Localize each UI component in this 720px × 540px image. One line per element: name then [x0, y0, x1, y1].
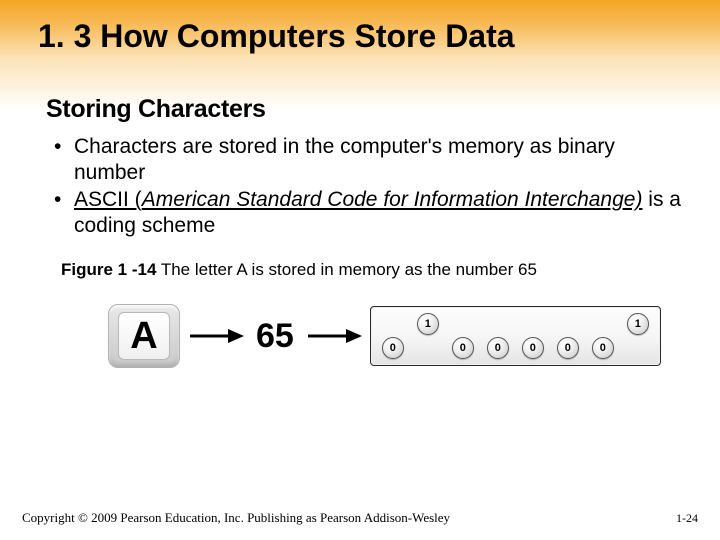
figure-diagram: A 65 0 1 0 0 0 0 0 1: [108, 304, 682, 368]
bullet-emphasis: American Standard Code for Information I…: [142, 188, 643, 211]
figure-caption: Figure 1 -14 The letter A is stored in m…: [61, 260, 682, 280]
bit-ball: 0: [522, 337, 544, 359]
bit-ball: 1: [417, 313, 439, 335]
slide-subtitle: Storing Characters: [46, 95, 682, 124]
slide-footer: Copyright © 2009 Pearson Education, Inc.…: [22, 510, 698, 526]
ascii-code: 65: [256, 317, 294, 356]
bullet-text: Characters are stored in the computer's …: [74, 135, 615, 184]
bit-ball: 1: [627, 313, 649, 335]
keycap: A: [108, 304, 180, 368]
bit-cell: 0: [588, 313, 618, 359]
bit-cell: 0: [448, 313, 478, 359]
arrow-icon: [306, 326, 362, 346]
copyright-text: Copyright © 2009 Pearson Education, Inc.…: [22, 510, 450, 526]
bit-value: 0: [390, 342, 396, 354]
bullet-item: Characters are stored in the computer's …: [50, 134, 682, 185]
figure-description: The letter A is stored in memory as the …: [156, 260, 536, 279]
bit-cell: 1: [413, 313, 443, 359]
bit-cell: 0: [518, 313, 548, 359]
bit-ball: 0: [382, 337, 404, 359]
bullet-underline: ASCII (: [74, 188, 142, 211]
bit-value: 1: [635, 318, 641, 330]
bit-value: 0: [600, 342, 606, 354]
bit-value: 0: [460, 342, 466, 354]
bit-cell: 0: [553, 313, 583, 359]
bit-ball: 0: [557, 337, 579, 359]
bit-cell: 1: [623, 313, 653, 359]
page-number: 1-24: [676, 511, 698, 526]
slide-title: 1. 3 How Computers Store Data: [38, 18, 682, 55]
bit-value: 0: [495, 342, 501, 354]
bit-box: 0 1 0 0 0 0 0 1: [370, 306, 661, 366]
bit-ball: 0: [487, 337, 509, 359]
slide-content: 1. 3 How Computers Store Data Storing Ch…: [0, 0, 720, 368]
bit-cell: 0: [378, 313, 408, 359]
arrow-icon: [188, 326, 244, 346]
bit-ball: 0: [452, 337, 474, 359]
bit-value: 1: [425, 318, 431, 330]
bit-ball: 0: [592, 337, 614, 359]
bullet-item: ASCII (American Standard Code for Inform…: [50, 187, 682, 238]
bullet-list: Characters are stored in the computer's …: [50, 134, 682, 238]
bit-value: 0: [530, 342, 536, 354]
bit-cell: 0: [483, 313, 513, 359]
keycap-letter: A: [130, 315, 157, 358]
figure-number: Figure 1 -14: [61, 260, 156, 279]
bit-value: 0: [565, 342, 571, 354]
